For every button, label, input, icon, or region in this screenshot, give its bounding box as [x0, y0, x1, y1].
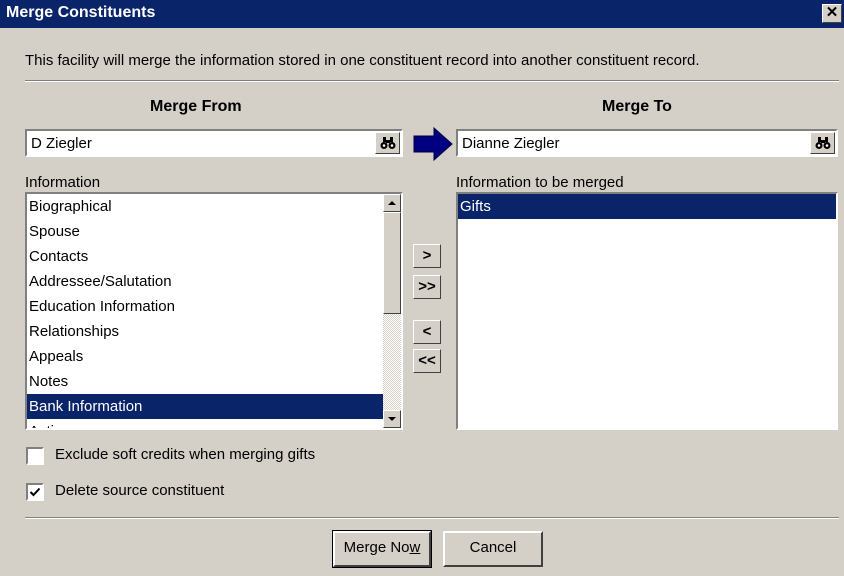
window-title: Merge Constituents [6, 4, 156, 21]
exclude-soft-credits-checkbox[interactable] [26, 447, 44, 465]
information-to-merge-list[interactable]: Gifts [456, 192, 838, 430]
merge-from-find-button[interactable] [375, 132, 400, 154]
delete-source-label: Delete source constituent [55, 482, 225, 499]
merge-now-accelerator: w [409, 539, 421, 556]
checkmark-icon [29, 487, 41, 497]
information-scrollbar[interactable] [383, 194, 401, 428]
list-item[interactable]: Appeals [27, 344, 401, 369]
top-separator [25, 80, 839, 82]
scroll-up-button[interactable] [383, 194, 401, 212]
bottom-separator [25, 517, 839, 519]
list-item[interactable]: Bank Information [27, 394, 401, 419]
merge-from-field[interactable]: D Ziegler [25, 129, 403, 157]
information-to-merge-label: Information to be merged [456, 174, 624, 191]
list-item[interactable]: Relationships [27, 319, 401, 344]
list-item[interactable]: Biographical [27, 194, 401, 219]
up-arrow-icon [388, 201, 396, 205]
information-label: Information [25, 174, 101, 191]
list-item[interactable]: Spouse [27, 219, 401, 244]
scroll-down-button[interactable] [383, 410, 401, 428]
merge-from-value: D Ziegler [31, 135, 92, 152]
scroll-thumb[interactable] [383, 212, 401, 314]
information-items: Biographical Spouse Contacts Addressee/Salu… [27, 194, 401, 428]
remove-button[interactable]: < [413, 320, 441, 344]
list-item[interactable]: Education Information [27, 294, 401, 319]
list-item[interactable]: Contacts [27, 244, 401, 269]
binoculars-icon [815, 137, 831, 149]
information-to-merge-items: Gifts [458, 194, 836, 219]
information-list[interactable]: Biographical Spouse Contacts Addressee/Salu… [25, 192, 403, 430]
list-item[interactable]: Notes [27, 369, 401, 394]
merge-to-find-button[interactable] [810, 132, 835, 154]
close-button[interactable]: ✕ [822, 4, 842, 23]
remove-all-button[interactable]: << [413, 349, 441, 373]
right-arrow-icon [413, 127, 453, 161]
delete-source-checkbox[interactable] [26, 483, 44, 501]
merge-to-header: Merge To [602, 98, 672, 115]
cancel-button[interactable]: Cancel [443, 531, 543, 567]
list-item[interactable]: Addressee/Salutation [27, 269, 401, 294]
add-button[interactable]: > [413, 244, 441, 268]
down-arrow-icon [388, 417, 396, 421]
merge-to-field[interactable]: Dianne Ziegler [456, 129, 838, 157]
title-bar: Merge Constituents ✕ [0, 0, 844, 28]
binoculars-icon [380, 137, 396, 149]
merge-now-label: Merge No [343, 539, 410, 556]
merge-from-header: Merge From [150, 98, 242, 115]
list-item[interactable]: Gifts [458, 194, 836, 219]
exclude-soft-credits-label: Exclude soft credits when merging gifts [55, 446, 316, 463]
merge-to-value: Dianne Ziegler [462, 135, 560, 152]
add-all-button[interactable]: >> [413, 275, 441, 299]
merge-now-button[interactable]: Merge Now [332, 530, 432, 568]
list-item[interactable]: Actions [27, 419, 401, 428]
description-text: This facility will merge the information… [25, 52, 700, 69]
